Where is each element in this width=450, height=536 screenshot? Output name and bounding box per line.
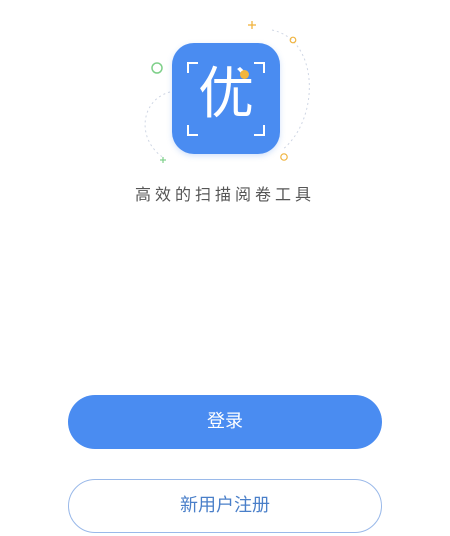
app-tagline: 高效的扫描阅卷工具 xyxy=(134,185,315,204)
logo-character: 优 xyxy=(198,62,254,127)
login-button[interactable]: 登录 xyxy=(68,395,382,449)
logo-accent-dot xyxy=(240,70,249,79)
green-plus-icon xyxy=(160,157,166,163)
orbit-dotted-arc-left xyxy=(144,91,171,159)
register-button[interactable]: 新用户注册 xyxy=(68,479,382,533)
welcome-screen: 优 高效的扫描阅卷工具 登录 新用户注册 xyxy=(0,0,450,536)
app-logo-icon: 优 xyxy=(172,43,280,154)
green-ring-icon xyxy=(151,62,163,74)
orange-plus-icon xyxy=(248,21,256,29)
orange-ring-icon-bottom xyxy=(280,153,288,161)
